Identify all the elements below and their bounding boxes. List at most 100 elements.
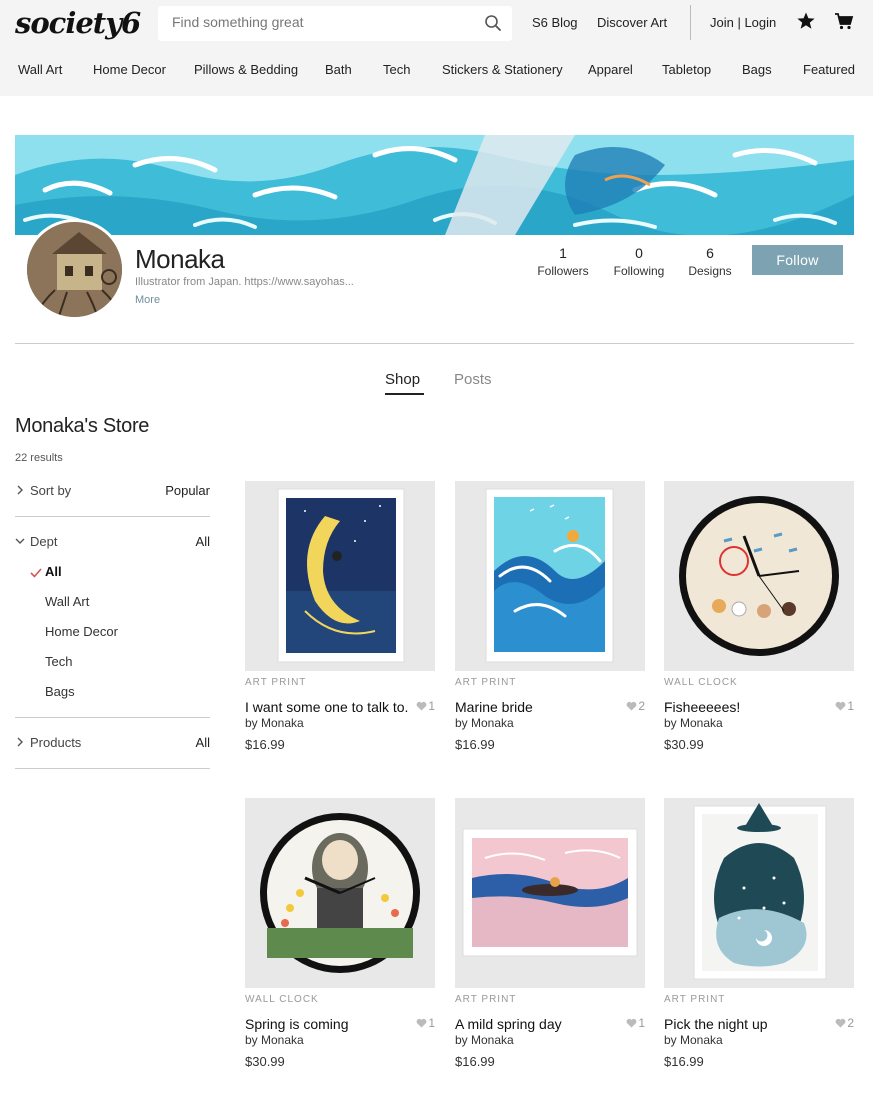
product-thumbnail[interactable] (245, 798, 435, 988)
product-title[interactable]: Marine bride (455, 699, 533, 715)
nav-featured[interactable]: Featured (803, 62, 855, 77)
dept-filter[interactable]: Dept All (15, 534, 210, 552)
tab-posts[interactable]: Posts (454, 371, 492, 388)
join-login-link[interactable]: Join | Login (710, 15, 776, 30)
dept-item-all[interactable]: All (45, 564, 62, 579)
heart-icon (835, 701, 846, 711)
product-artist[interactable]: by Monaka (245, 1033, 304, 1047)
nav-wall-art[interactable]: Wall Art (18, 62, 62, 77)
tab-shop-indicator (385, 393, 424, 395)
following-count: 0 (635, 245, 643, 261)
product-category: WALL CLOCK (245, 994, 319, 1005)
chevron-right-icon (17, 485, 23, 495)
avatar[interactable] (24, 219, 125, 320)
star-icon[interactable] (796, 11, 816, 31)
nav-pillows-bedding[interactable]: Pillows & Bedding (194, 62, 298, 77)
like-count: 1 (428, 699, 435, 713)
product-thumbnail[interactable] (664, 798, 854, 988)
products-value: All (195, 735, 210, 750)
profile-banner (15, 135, 854, 235)
site-logo[interactable]: society6 (15, 6, 141, 40)
profile-more-link[interactable]: More (135, 294, 160, 306)
stat-following[interactable]: 0 Following (604, 245, 674, 278)
tab-shop[interactable]: Shop (385, 371, 420, 388)
like-button[interactable]: 1 (835, 699, 854, 713)
sort-by-filter[interactable]: Sort by Popular (15, 483, 210, 501)
s6-blog-link[interactable]: S6 Blog (532, 15, 578, 30)
dept-item-wall-art[interactable]: Wall Art (45, 594, 89, 609)
product-thumbnail[interactable] (664, 481, 854, 671)
nav-apparel[interactable]: Apparel (588, 62, 633, 77)
like-button[interactable]: 2 (626, 699, 645, 713)
heart-icon (416, 1018, 427, 1028)
product-thumbnail[interactable] (455, 798, 645, 988)
like-count: 1 (428, 1016, 435, 1030)
heart-icon (626, 1018, 637, 1028)
top-header: society6 S6 Blog Discover Art Join | Log… (0, 0, 873, 96)
sidebar-divider (15, 717, 210, 718)
nav-tech[interactable]: Tech (383, 62, 410, 77)
store-title: Monaka's Store (15, 415, 150, 437)
following-label: Following (613, 264, 665, 278)
product-category: WALL CLOCK (664, 677, 738, 688)
product-title[interactable]: A mild spring day (455, 1016, 562, 1032)
cart-icon[interactable] (834, 11, 854, 31)
discover-art-link[interactable]: Discover Art (597, 15, 667, 30)
follow-button[interactable]: Follow (752, 245, 843, 275)
nav-bath[interactable]: Bath (325, 62, 352, 77)
sort-by-label: Sort by (30, 483, 72, 498)
dept-label: Dept (30, 534, 58, 549)
heart-icon (835, 1018, 846, 1028)
products-filter[interactable]: Products All (15, 735, 210, 753)
product-thumbnail[interactable] (455, 481, 645, 671)
dept-item-home-decor[interactable]: Home Decor (45, 624, 118, 639)
product-artist[interactable]: by Monaka (455, 1033, 514, 1047)
stat-followers[interactable]: 1 Followers (528, 245, 598, 278)
like-count: 1 (638, 1016, 645, 1030)
product-price: $16.99 (455, 1054, 495, 1069)
product-title[interactable]: I want some one to talk to. (245, 699, 408, 715)
heart-icon (626, 701, 637, 711)
search-icon[interactable] (484, 14, 502, 32)
heart-icon (416, 701, 427, 711)
like-button[interactable]: 1 (626, 1016, 645, 1030)
search-box[interactable] (158, 6, 512, 41)
nav-bags[interactable]: Bags (742, 62, 772, 77)
nav-tabletop[interactable]: Tabletop (662, 62, 711, 77)
product-title[interactable]: Fisheeeees! (664, 699, 740, 715)
product-price: $30.99 (245, 1054, 285, 1069)
product-category: ART PRINT (664, 994, 726, 1005)
product-thumbnail[interactable] (245, 481, 435, 671)
product-artist[interactable]: by Monaka (245, 716, 304, 730)
like-count: 2 (638, 699, 645, 713)
product-price: $16.99 (664, 1054, 704, 1069)
avatar-artwork (27, 222, 122, 317)
chevron-down-icon (15, 538, 25, 544)
product-artist[interactable]: by Monaka (455, 716, 514, 730)
dept-item-bags[interactable]: Bags (45, 684, 75, 699)
like-button[interactable]: 2 (835, 1016, 854, 1030)
stat-designs[interactable]: 6 Designs (675, 245, 745, 278)
product-category: ART PRINT (455, 994, 517, 1005)
dept-value: All (195, 534, 210, 549)
dept-item-tech[interactable]: Tech (45, 654, 72, 669)
products-label: Products (30, 735, 82, 750)
product-price: $30.99 (664, 737, 704, 752)
sidebar-divider (15, 768, 210, 769)
product-artist[interactable]: by Monaka (664, 1033, 723, 1047)
nav-stickers-stationery[interactable]: Stickers & Stationery (442, 62, 563, 77)
like-button[interactable]: 1 (416, 699, 435, 713)
nav-home-decor[interactable]: Home Decor (93, 62, 166, 77)
search-input[interactable] (172, 14, 472, 30)
product-artist[interactable]: by Monaka (664, 716, 723, 730)
product-title[interactable]: Spring is coming (245, 1016, 349, 1032)
check-icon (30, 568, 42, 578)
followers-label: Followers (537, 264, 589, 278)
product-title[interactable]: Pick the night up (664, 1016, 768, 1032)
designs-count: 6 (706, 245, 714, 261)
like-count: 2 (847, 1016, 854, 1030)
like-count: 1 (847, 699, 854, 713)
like-button[interactable]: 1 (416, 1016, 435, 1030)
product-category: ART PRINT (245, 677, 307, 688)
category-nav: Wall Art Home Decor Pillows & Bedding Ba… (0, 60, 873, 82)
